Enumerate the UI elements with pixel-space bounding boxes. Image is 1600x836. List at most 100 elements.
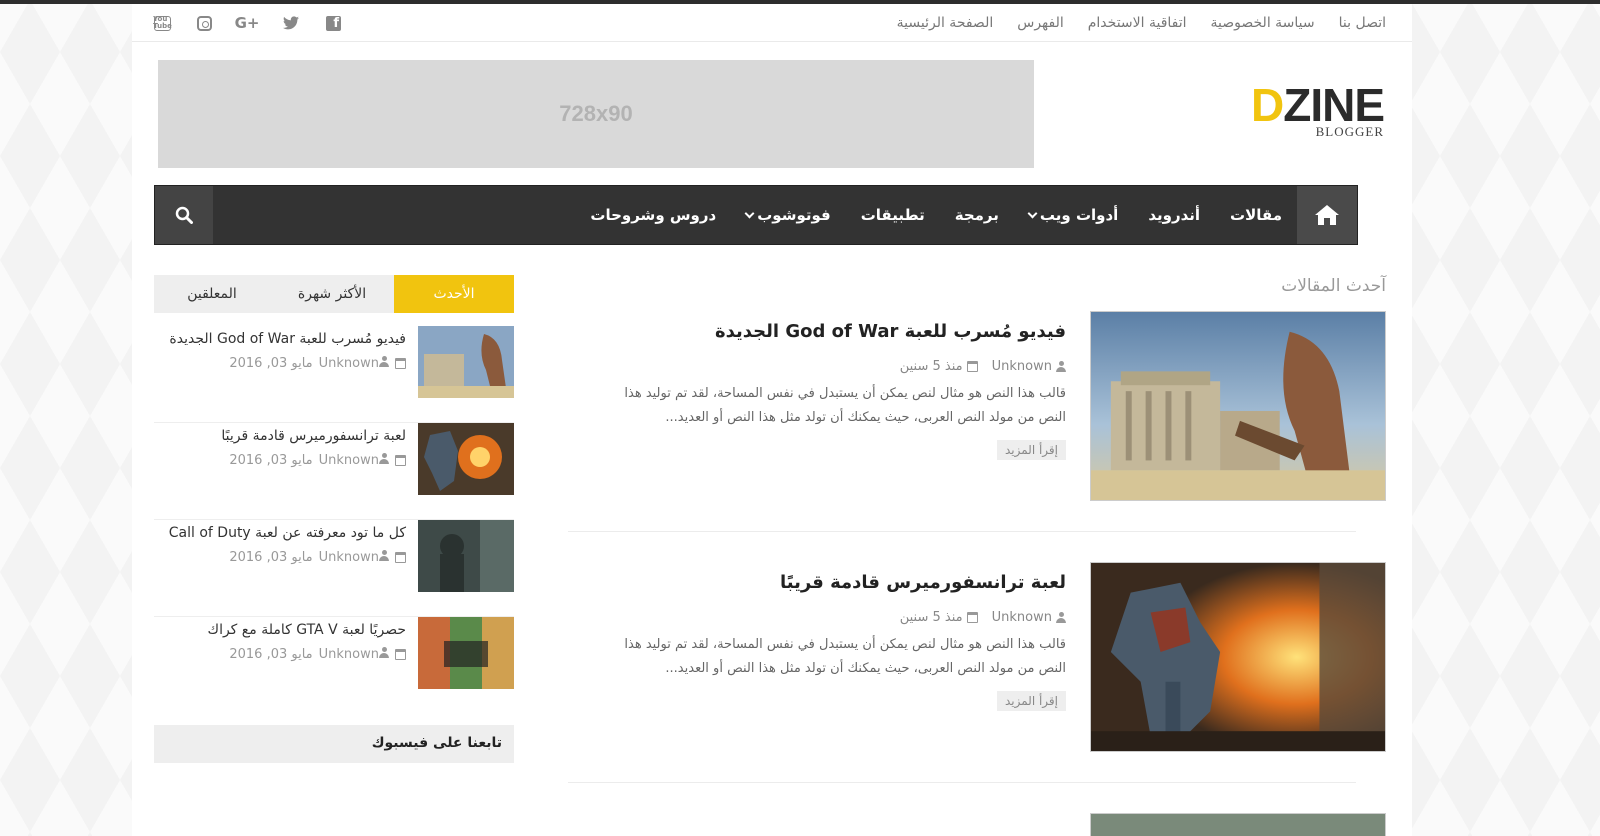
facebook-icon[interactable]: f: [326, 15, 341, 31]
post-card: لعبة ترانسفورميرس قادمة قريبًا Unknown م…: [598, 562, 1386, 752]
list-item-title[interactable]: كل ما تود معرفته عن لعبة Call of Duty: [154, 522, 406, 544]
nav-item-web-tools[interactable]: أدوات ويب: [1014, 206, 1133, 224]
list-item-meta: Unknown مايو 03, 2016: [154, 453, 406, 468]
section-title: آحدث المقالات: [1281, 276, 1386, 296]
social-icons: You Tube G+ f: [153, 4, 341, 42]
toplink-privacy[interactable]: سياسة الخصوصية: [1211, 15, 1315, 31]
read-more-button[interactable]: إقرأ المزيد: [996, 440, 1066, 460]
twitter-icon[interactable]: [282, 14, 300, 32]
list-item-title[interactable]: لعبة ترانسفورميرس قادمة قريبًا: [154, 425, 406, 447]
tab-popular[interactable]: الأكثر شهرة: [270, 275, 394, 313]
list-item-author-name: Unknown: [318, 647, 379, 662]
calendar-icon: [966, 361, 978, 372]
post-excerpt: قالب هذا النص هو مثال لنص يمكن أن يستبدل…: [624, 386, 1066, 425]
calendar-icon: [395, 649, 406, 660]
post-thumbnail[interactable]: [1090, 813, 1386, 836]
post-author-name: Unknown: [991, 359, 1052, 374]
nav-item-photoshop[interactable]: فوتوشوب: [731, 206, 846, 224]
list-item-body: كل ما تود معرفته عن لعبة Call of Duty Un…: [154, 522, 406, 565]
site-logo[interactable]: DZINE BLOGGER: [1234, 79, 1385, 144]
top-bar: الصفحة الرئيسية الفهرس اتفاقية الاستخدام…: [132, 4, 1412, 42]
list-item-meta: Unknown مايو 03, 2016: [154, 356, 406, 371]
post-date: منذ 5 سنين: [900, 610, 978, 625]
calendar-icon: [395, 455, 406, 466]
nav-item-label: فوتوشوب: [757, 206, 831, 224]
nav-item-apps[interactable]: تطبيقات: [846, 206, 940, 224]
list-item: كل ما تود معرفته عن لعبة Call of Duty Un…: [154, 520, 514, 617]
tab-comments[interactable]: المعلقين: [154, 275, 270, 313]
toplink-sitemap[interactable]: الفهرس: [1017, 15, 1064, 31]
post-excerpt: قالب هذا النص هو مثال لنص يمكن أن يستبدل…: [624, 637, 1066, 676]
list-item: لعبة ترانسفورميرس قادمة قريبًا Unknown م…: [154, 423, 514, 520]
facebook-widget-title: تابعنا على فيسبوك: [371, 735, 502, 751]
list-item-author[interactable]: Unknown: [319, 356, 389, 371]
post-body: لعبة ترانسفورميرس قادمة قريبًا Unknown م…: [598, 570, 1066, 711]
read-more-button[interactable]: إقرأ المزيد: [996, 691, 1066, 711]
post-card: فيديو مُسرب للعبة God of War الجديدة Unk…: [598, 311, 1386, 501]
list-item-thumbnail[interactable]: [418, 617, 514, 689]
youtube-icon[interactable]: You Tube: [153, 15, 172, 31]
list-item-meta: Unknown مايو 03, 2016: [154, 647, 406, 662]
list-item-thumbnail[interactable]: [418, 520, 514, 592]
nav-item-tutorials[interactable]: دروس وشروحات: [575, 206, 731, 224]
list-item-date: مايو 03, 2016: [229, 356, 313, 371]
list-item-meta: Unknown مايو 03, 2016: [154, 550, 406, 565]
facebook-widget-header: تابعنا على فيسبوك: [154, 725, 514, 763]
post-author[interactable]: Unknown: [992, 359, 1066, 374]
post-date-text: منذ 5 سنين: [899, 359, 963, 374]
user-icon: [1056, 612, 1066, 623]
toplink-contact[interactable]: اتصل بنا: [1339, 15, 1386, 31]
nav-item-label: أدوات ويب: [1039, 206, 1119, 224]
list-item-author[interactable]: Unknown: [319, 647, 389, 662]
logo-first-letter: D: [1250, 79, 1284, 131]
list-item: حصريًا لعبة GTA V كاملة مع كراك Unknown …: [154, 617, 514, 714]
search-icon: [175, 206, 193, 224]
top-links: الصفحة الرئيسية الفهرس اتفاقية الاستخدام…: [897, 4, 1386, 42]
nav-item-programming[interactable]: برمجة: [940, 206, 1014, 224]
calendar-icon: [395, 552, 406, 563]
post-separator: [568, 782, 1356, 783]
nav-item-android[interactable]: أندرويد: [1133, 206, 1215, 224]
post-thumbnail[interactable]: [1090, 562, 1386, 752]
sidebar-tabs: الأحدث الأكثر شهرة المعلقين: [154, 275, 514, 313]
user-icon: [379, 356, 389, 367]
post-author[interactable]: Unknown: [992, 610, 1066, 625]
instagram-icon[interactable]: [197, 15, 212, 31]
list-item-date: مايو 03, 2016: [229, 550, 313, 565]
post-thumbnail[interactable]: [1090, 311, 1386, 501]
post-card: [598, 813, 1386, 836]
post-meta: Unknown منذ 5 سنين: [598, 359, 1066, 374]
calendar-icon: [966, 612, 978, 623]
post-meta: Unknown منذ 5 سنين: [598, 610, 1066, 625]
home-icon: [1315, 205, 1339, 225]
list-item-date: مايو 03, 2016: [229, 453, 313, 468]
list-item-thumbnail[interactable]: [418, 326, 514, 398]
nav-item-label: دروس وشروحات: [590, 206, 717, 224]
list-item-author-name: Unknown: [318, 356, 379, 371]
list-item-author[interactable]: Unknown: [319, 453, 389, 468]
nav-item-label: أندرويد: [1148, 206, 1201, 224]
toplink-home[interactable]: الصفحة الرئيسية: [897, 15, 994, 31]
post-title[interactable]: لعبة ترانسفورميرس قادمة قريبًا: [598, 570, 1066, 596]
main-nav: مقالات أندرويد أدوات ويب برمجة تطبيقات ف…: [154, 185, 1358, 245]
ad-banner[interactable]: 728x90: [158, 60, 1034, 168]
list-item-body: فيديو مُسرب للعبة God of War الجديدة Unk…: [154, 328, 406, 371]
list-item-title[interactable]: حصريًا لعبة GTA V كاملة مع كراك: [154, 619, 406, 641]
calendar-icon: [395, 358, 406, 369]
google-plus-icon[interactable]: G+: [235, 14, 260, 32]
tab-latest[interactable]: الأحدث: [394, 275, 514, 313]
user-icon: [1056, 361, 1066, 372]
list-item-title[interactable]: فيديو مُسرب للعبة God of War الجديدة: [154, 328, 406, 350]
post-title[interactable]: فيديو مُسرب للعبة God of War الجديدة: [598, 319, 1066, 345]
ad-banner-label: 728x90: [559, 101, 633, 126]
chevron-down-icon: [744, 208, 755, 218]
list-item-author-name: Unknown: [318, 453, 379, 468]
nav-home-button[interactable]: [1297, 186, 1357, 244]
nav-search-button[interactable]: [155, 186, 213, 244]
post-body: فيديو مُسرب للعبة God of War الجديدة Unk…: [598, 319, 1066, 460]
nav-menu: مقالات أندرويد أدوات ويب برمجة تطبيقات ف…: [575, 186, 1297, 244]
list-item-author[interactable]: Unknown: [319, 550, 389, 565]
nav-item-articles[interactable]: مقالات: [1215, 206, 1297, 224]
list-item-thumbnail[interactable]: [418, 423, 514, 495]
toplink-terms[interactable]: اتفاقية الاستخدام: [1088, 15, 1187, 31]
